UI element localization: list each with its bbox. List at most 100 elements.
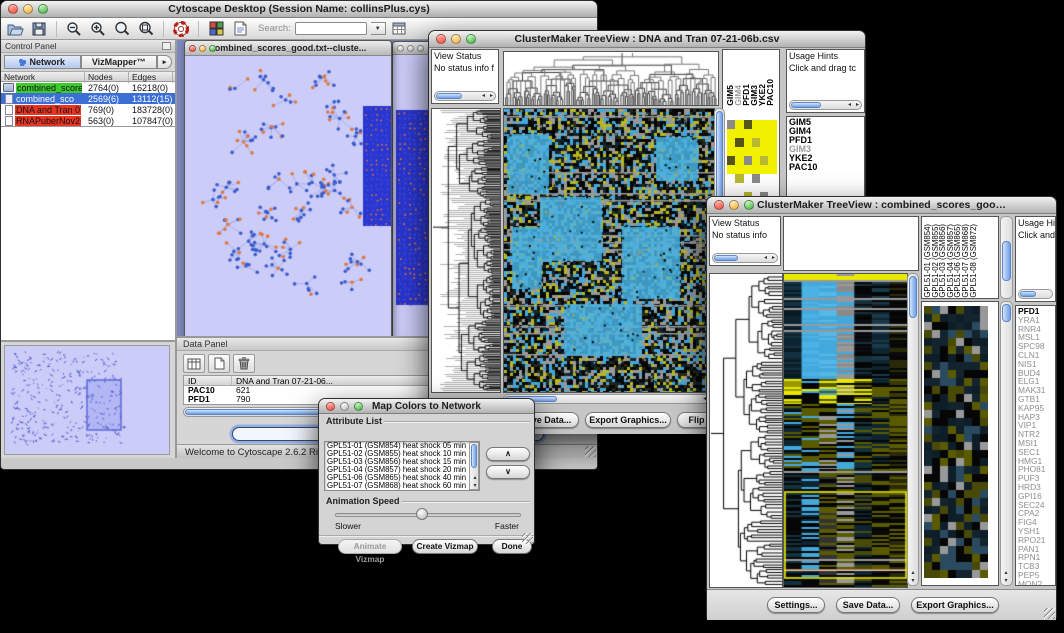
scroll-right-icon[interactable]: ▸ xyxy=(490,92,493,101)
zoom-button[interactable] xyxy=(466,34,476,44)
scrollbar-thumb[interactable] xyxy=(791,102,821,108)
tv2-heatmap-canvas[interactable] xyxy=(783,273,908,588)
usage-hints-hscrollbar[interactable]: ◂ ▸ xyxy=(789,100,862,110)
scrollbar-thumb[interactable] xyxy=(436,93,462,99)
network-row[interactable]: combined_sco 2569(6) 13112(15) xyxy=(1,93,175,104)
tv2-heatmap-vscrollbar[interactable]: ▴ ▾ xyxy=(907,273,919,586)
network-row[interactable]: RNAPuberNov2+ 563(0) 107847(0) xyxy=(1,115,175,126)
zoom-button[interactable] xyxy=(38,4,48,14)
zoom-button[interactable] xyxy=(744,200,754,210)
resize-grip[interactable] xyxy=(1044,608,1055,619)
scroll-up-icon[interactable]: ▴ xyxy=(909,569,917,576)
save-button[interactable] xyxy=(29,20,49,38)
resize-grip[interactable] xyxy=(585,446,596,457)
scroll-down-icon[interactable]: ▾ xyxy=(1002,577,1010,584)
minimize-button[interactable] xyxy=(23,4,33,14)
tv2-gene-list[interactable]: PFD1YRA1RNR4MSL1SPC98CLN1NIS1BUD4ELG1MAK… xyxy=(1015,305,1056,586)
control-panel-tab[interactable]: ▸ xyxy=(157,55,172,69)
tv2-labels-vscrollbar[interactable] xyxy=(1000,216,1013,299)
view-status-hscrollbar[interactable]: ◂ ▸ xyxy=(434,91,496,101)
resize-grip[interactable] xyxy=(522,533,533,544)
scroll-down-icon[interactable]: ▾ xyxy=(471,482,479,489)
zoom-button[interactable] xyxy=(209,45,216,52)
scrollbar-thumb[interactable] xyxy=(716,111,723,206)
tv2-zoom-heatmap-canvas[interactable] xyxy=(924,306,988,578)
vizmapper-grid-icon[interactable] xyxy=(206,20,226,38)
tv2-save-data-button[interactable]: Save Data... xyxy=(836,597,900,613)
move-down-button[interactable]: ∨ xyxy=(486,465,530,479)
column-label[interactable]: GPL51-08 (GSM872) xyxy=(970,224,978,298)
background-network-canvas[interactable] xyxy=(393,55,433,336)
tv2-settings-button[interactable]: Settings... xyxy=(767,597,825,613)
scrollbar-thumb[interactable] xyxy=(1020,291,1036,297)
scroll-left-icon[interactable]: ◂ xyxy=(764,254,767,263)
scrollbar-thumb[interactable] xyxy=(909,276,917,318)
tv1-heatmap-hscrollbar[interactable]: ◂ ▸ xyxy=(503,394,717,404)
scrollbar-thumb[interactable] xyxy=(1002,241,1011,281)
scroll-up-icon[interactable]: ▴ xyxy=(471,474,479,481)
zoom-selected-icon[interactable] xyxy=(112,20,132,38)
close-button[interactable] xyxy=(189,45,196,52)
slider-thumb[interactable] xyxy=(416,508,428,520)
tv2-column-dendrogram-area[interactable] xyxy=(783,216,919,271)
delete-attribute-trash-icon[interactable] xyxy=(233,354,255,373)
zoom-out-icon[interactable] xyxy=(64,20,84,38)
tv1-titlebar[interactable]: ClusterMaker TreeView : DNA and Tran 07-… xyxy=(429,31,865,48)
dialog-titlebar[interactable]: Map Colors to Network xyxy=(319,399,534,414)
close-button[interactable] xyxy=(436,34,446,44)
col-nodes[interactable]: Nodes xyxy=(85,72,129,83)
scroll-left-icon[interactable]: ◂ xyxy=(482,92,485,101)
zoom-fit-icon[interactable] xyxy=(136,20,156,38)
zoom-button[interactable] xyxy=(354,402,363,411)
col-network[interactable]: Network xyxy=(1,72,85,83)
column-label[interactable]: PAC10 xyxy=(766,79,774,106)
scroll-right-icon[interactable]: ▸ xyxy=(856,101,859,110)
network-tree-area[interactable] xyxy=(1,126,175,340)
scrollbar-thumb[interactable] xyxy=(1002,304,1011,322)
tv1-export-graphics-button[interactable]: Export Graphics... xyxy=(585,412,671,428)
help-lifering-icon[interactable] xyxy=(171,20,191,38)
tv2-export-graphics-button[interactable]: Export Graphics... xyxy=(911,597,999,613)
minimize-button[interactable] xyxy=(729,200,739,210)
listbox-vscrollbar[interactable]: ▴ ▾ xyxy=(469,442,479,490)
view-status-hscrollbar[interactable]: ◂ ▸ xyxy=(712,253,778,263)
tv1-heatmap-canvas[interactable] xyxy=(503,108,715,393)
scroll-up-icon[interactable]: ▴ xyxy=(1002,569,1010,576)
attribute-item[interactable]: GPL51-07 (GSM868) heat shock 60 min xyxy=(325,482,479,490)
float-panel-icon[interactable] xyxy=(162,42,171,50)
scroll-left-icon[interactable]: ◂ xyxy=(848,101,851,110)
search-input[interactable] xyxy=(295,22,367,35)
col-edges[interactable]: Edges xyxy=(129,72,173,83)
scroll-right-icon[interactable]: ▸ xyxy=(772,254,775,263)
new-attribute-icon[interactable] xyxy=(208,354,230,373)
animate-vizmap-button[interactable]: Animate Vizmap xyxy=(338,539,402,554)
move-up-button[interactable]: ∧ xyxy=(486,447,530,461)
scrollbar-thumb[interactable] xyxy=(471,444,477,468)
network-view-canvas[interactable] xyxy=(185,56,391,336)
animation-speed-slider[interactable] xyxy=(335,513,521,517)
close-button[interactable] xyxy=(326,402,335,411)
tv1-column-dendrogram[interactable] xyxy=(503,51,719,106)
minimize-button[interactable] xyxy=(199,45,206,52)
tv2-row-dendrogram[interactable] xyxy=(709,273,783,588)
birdseye-view[interactable] xyxy=(1,340,175,458)
scrollbar-thumb[interactable] xyxy=(714,255,738,261)
network-view-titlebar[interactable]: combined_scores_good.txt--cluste... xyxy=(185,41,391,56)
gene-label[interactable]: MON2 xyxy=(1016,580,1055,586)
minimize-button[interactable] xyxy=(340,402,349,411)
control-panel-tab[interactable]: Network xyxy=(4,55,81,69)
create-vizmap-button[interactable]: Create Vizmap xyxy=(412,539,478,554)
network-row[interactable]: combined_scores 2764(0) 16218(0) xyxy=(1,82,175,93)
open-file-button[interactable] xyxy=(5,20,25,38)
close-button[interactable] xyxy=(8,4,18,14)
zoom-in-icon[interactable] xyxy=(88,20,108,38)
main-titlebar[interactable]: Cytoscape Desktop (Session Name: collins… xyxy=(1,1,597,18)
attribute-listbox[interactable]: GPL51-01 (GSM854) heat shock 05 minGPL51… xyxy=(324,441,480,491)
network-row[interactable]: DNA and Tran 07 769(0) 183728(0) xyxy=(1,104,175,115)
usage-hints-hscrollbar[interactable] xyxy=(1018,289,1053,299)
table-view-icon[interactable] xyxy=(390,20,410,38)
row-label[interactable]: PAC10 xyxy=(787,163,864,172)
minimize-button[interactable] xyxy=(451,34,461,44)
network-view-window[interactable]: combined_scores_good.txt--cluste... xyxy=(184,40,392,336)
scroll-down-icon[interactable]: ▾ xyxy=(909,577,917,584)
